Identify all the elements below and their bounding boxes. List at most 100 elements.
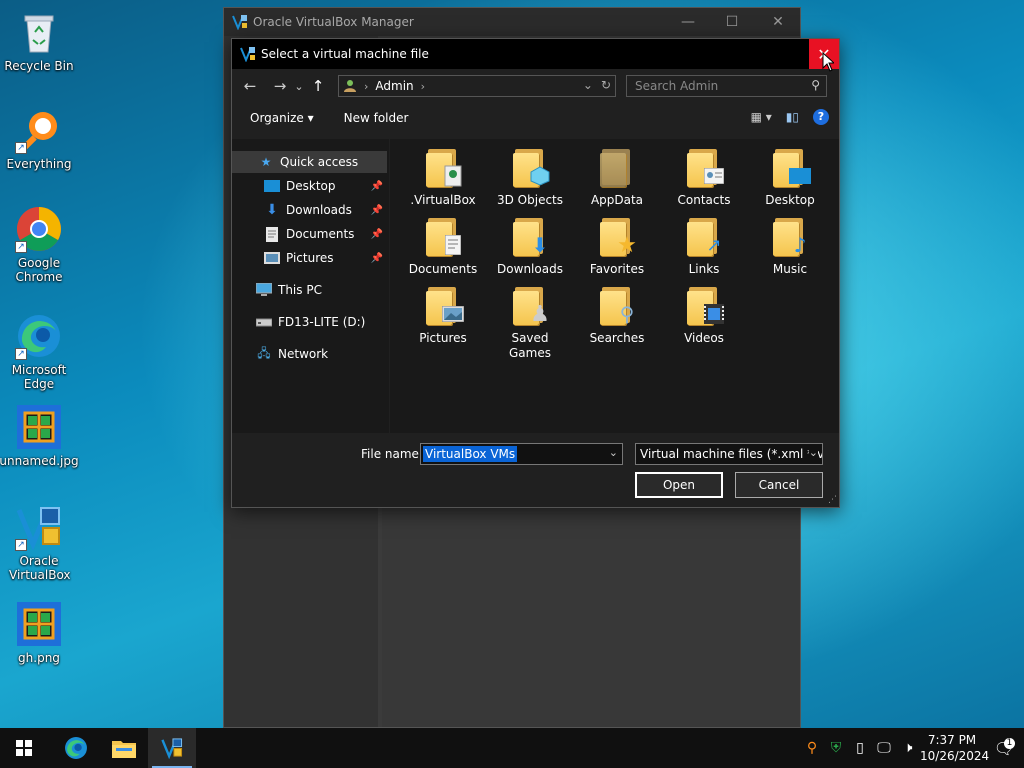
folder-item[interactable]: ♪ Music [750,216,830,277]
refresh-icon[interactable]: ↻ [601,78,611,92]
start-button[interactable] [0,728,48,768]
nav-network[interactable]: 🖧 Network [232,343,387,365]
clock[interactable]: 7:37 PM 10/26/2024 [920,732,990,764]
nav-pictures[interactable]: Pictures 📌 [232,247,387,269]
folder-item[interactable]: Contacts [664,147,744,208]
edge-icon [65,737,87,759]
search-icon: ⚲ [811,78,820,92]
folder-label: Saved Games [509,331,551,360]
links-folder-icon: ↗ [687,216,722,256]
taskbar-edge[interactable] [52,728,100,768]
breadcrumb-admin[interactable]: Admin [375,79,413,93]
breadcrumb-separator[interactable]: › [421,80,425,93]
maximize-button[interactable]: ☐ [724,14,740,30]
mouse-cursor-icon [822,52,834,72]
nav-this-pc[interactable]: This PC [232,279,387,301]
volume-muted-icon[interactable]: 🕨 [896,728,920,768]
folder-item[interactable]: ♟ Saved Games [490,285,570,361]
taskbar-file-explorer[interactable] [100,728,148,768]
desktop-icon-everything[interactable]: ↗ Everything [2,106,76,171]
folder-item[interactable]: ↗ Links [664,216,744,277]
desktop-icon-virtualbox[interactable]: ↗ Oracle VirtualBox [2,503,76,582]
network-tray-icon[interactable]: 🖵 [872,728,896,768]
clock-time: 7:37 PM [927,733,977,747]
file-type-value: Virtual machine files (*.xml *.vbox) [640,447,822,461]
close-button[interactable]: ✕ [770,14,786,30]
taskbar: ⚲ ⛨ ▯ 🖵 🕨 7:37 PM 10/26/2024 🗨 1 [0,728,1024,768]
folder-label: .VirtualBox [410,193,476,207]
desktop-icon-label: Oracle VirtualBox [9,554,71,582]
address-dropdown-icon[interactable]: ⌄ [583,78,593,92]
nav-desktop[interactable]: Desktop 📌 [232,175,387,197]
folder-item[interactable]: Pictures [403,285,483,346]
nav-label: Desktop [286,179,336,193]
computer-icon [256,282,272,298]
folder-item[interactable]: Videos [664,285,744,346]
nav-drive-d[interactable]: FD13-LITE (D:) [232,311,387,333]
chevron-down-icon[interactable]: ⌄ [609,446,618,459]
breadcrumb-separator: › [364,79,369,93]
file-name-label: File name: [361,447,423,461]
folder-label: Searches [589,331,645,345]
pin-icon: 📌 [370,204,383,216]
desktop-icon-chrome[interactable]: ↗ Google Chrome [2,205,76,284]
organize-button[interactable]: Organize ▾ [250,111,314,125]
image-file-icon [15,403,63,451]
file-type-select[interactable]: Virtual machine files (*.xml *.vbox) ⌄ [635,443,823,465]
pictures-folder-icon [426,285,464,325]
resize-grip-icon[interactable]: ⋰ [828,495,837,505]
nav-quick-access[interactable]: ★ Quick access [232,151,387,173]
file-name-value: VirtualBox VMs [423,446,518,462]
file-list: .VirtualBox 3D Objects AppData Contacts Desk… [390,139,839,433]
desktop-icon-gh-png[interactable]: gh.png [2,600,76,665]
window-title: Oracle VirtualBox Manager [253,15,414,29]
documents-icon [264,226,280,242]
desktop-folder-icon [773,147,811,187]
minimize-button[interactable]: — [680,14,696,30]
folder-item[interactable]: Desktop [750,147,830,208]
back-button[interactable]: ← [238,74,262,98]
cancel-button[interactable]: Cancel [735,472,823,498]
folder-item[interactable]: AppData [577,147,657,208]
preview-pane-icon[interactable]: ▮▯ [786,110,799,124]
clock-date: 10/26/2024 [920,749,990,763]
open-button[interactable]: Open [635,472,723,498]
search-input[interactable]: Search Admin ⚲ [626,75,827,97]
recent-locations-button[interactable]: ⌄ [292,74,306,98]
folder-item[interactable]: .VirtualBox [403,147,483,208]
details-panel [382,508,800,727]
appdata-folder-icon [600,147,634,187]
file-name-input[interactable]: VirtualBox VMs ⌄ [420,443,623,465]
folder-item[interactable]: ⚲ Searches [577,285,657,346]
usb-device-icon[interactable]: ▯ [848,728,872,768]
nav-label: Quick access [280,155,359,169]
recycle-bin-icon [15,8,63,56]
notification-center-button[interactable]: 🗨 1 [984,737,1024,758]
select-vm-file-dialog: Select a virtual machine file ✕ ← → ⌄ ↑ … [231,38,840,508]
view-options-icon[interactable]: ▦ ▾ [751,110,772,124]
everything-tray-icon[interactable]: ⚲ [800,728,824,768]
up-button[interactable]: ↑ [306,74,330,98]
folder-item[interactable]: ⬇ Downloads [490,216,570,277]
shortcut-arrow-icon: ↗ [15,539,27,551]
help-icon[interactable]: ? [813,109,829,125]
nav-downloads[interactable]: ⬇ Downloads 📌 [232,199,387,221]
desktop-icon-label: Recycle Bin [4,59,74,73]
address-bar[interactable]: › Admin › ⌄ ↻ [338,75,616,97]
chrome-icon: ↗ [15,205,63,253]
folder-label: AppData [590,193,644,207]
taskbar-virtualbox[interactable] [148,728,196,768]
forward-button[interactable]: → [268,74,292,98]
new-folder-button[interactable]: New folder [344,111,409,125]
folder-item[interactable]: ★ Favorites [577,216,657,277]
folder-item[interactable]: 3D Objects [490,147,570,208]
dialog-titlebar: Select a virtual machine file ✕ [232,39,839,69]
desktop-icon-recycle-bin[interactable]: Recycle Bin [2,8,76,73]
nav-documents[interactable]: Documents 📌 [232,223,387,245]
desktop-icon-edge[interactable]: ↗ Microsoft Edge [2,312,76,391]
folder-item[interactable]: Documents [403,216,483,277]
pin-icon: 📌 [370,228,383,240]
desktop-icon-label: Everything [6,157,72,171]
security-shield-icon[interactable]: ⛨ [824,728,848,768]
desktop-icon-unnamed-jpg[interactable]: unnamed.jpg [0,403,79,468]
